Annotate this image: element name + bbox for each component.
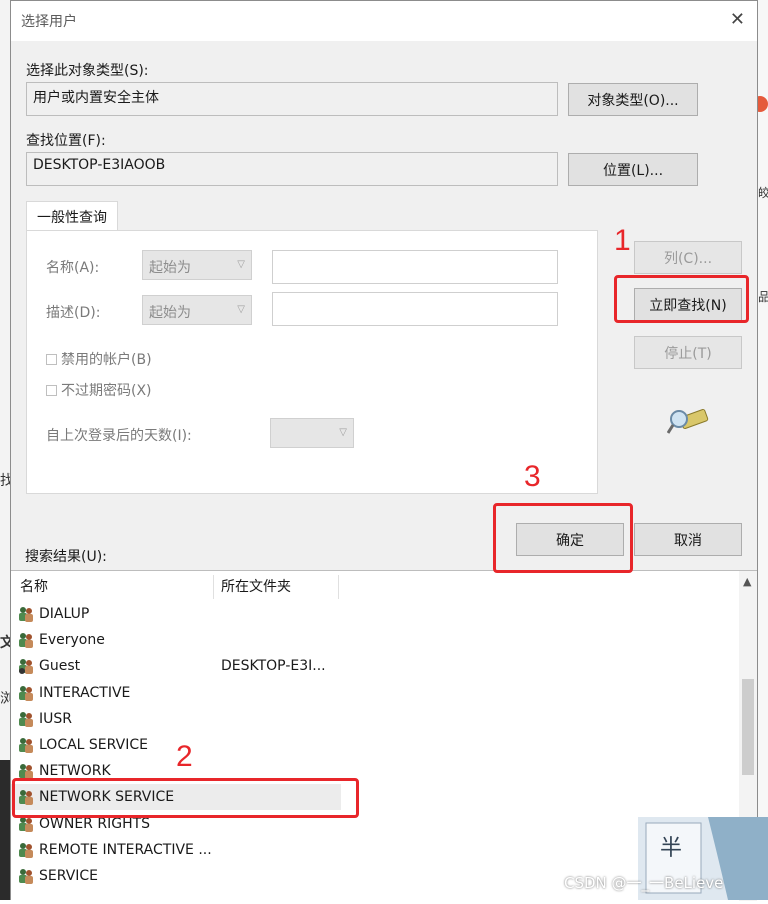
object-types-button[interactable]: 对象类型(O)...: [568, 83, 698, 116]
list-item-folder: DESKTOP-E3I...: [221, 658, 326, 675]
name-input[interactable]: [272, 250, 558, 284]
list-item-name: LOCAL SERVICE: [39, 737, 148, 753]
columns-button: 列(C)...: [634, 241, 742, 274]
location-field: DESKTOP-E3IAOOB: [26, 152, 558, 186]
disabled-accounts-label: 禁用的帐户(B): [61, 352, 152, 368]
list-item-name: NETWORK: [39, 763, 111, 780]
locations-button[interactable]: 位置(L)...: [568, 153, 698, 186]
list-item[interactable]: SERVICE: [11, 863, 341, 889]
checkbox-box: [46, 384, 57, 396]
chevron-down-icon: ▽: [237, 259, 245, 270]
list-item-name: INTERACTIVE: [39, 684, 131, 701]
non-expiring-password-label: 不过期密码(X): [61, 383, 152, 399]
background-text: 皎: [758, 186, 768, 200]
stop-button: 停止(T): [634, 336, 742, 369]
object-type-field: 用户或内置安全主体: [26, 82, 558, 116]
column-divider[interactable]: [213, 575, 214, 599]
disabled-accounts-checkbox[interactable]: 禁用的帐户(B): [46, 349, 152, 369]
annotation-number-3: 3: [524, 460, 541, 493]
user-group-icon: [17, 867, 35, 885]
search-results-label: 搜索结果(U):: [25, 549, 107, 565]
title-bar: 选择用户 ✕: [11, 1, 757, 41]
days-since-logon-select: ▽: [270, 418, 354, 448]
user-group-icon: [17, 684, 35, 702]
watermark-tile-text: 半: [660, 836, 682, 861]
list-item[interactable]: DIALUP: [11, 601, 341, 627]
name-label: 名称(A):: [46, 260, 100, 276]
description-label: 描述(D):: [46, 305, 101, 321]
dialog-title: 选择用户: [21, 14, 77, 30]
user-group-icon: [17, 631, 35, 649]
user-group-icon: [17, 710, 35, 728]
object-type-label: 选择此对象类型(S):: [26, 63, 149, 79]
description-operator-select: 起始为 ▽: [142, 295, 252, 325]
user-group-icon: [17, 736, 35, 754]
cancel-button[interactable]: 取消: [634, 523, 742, 556]
column-header-name[interactable]: 名称: [20, 571, 210, 601]
list-item-name: Everyone: [39, 632, 105, 649]
annotation-box-network-service: [12, 778, 359, 818]
days-since-logon-label: 自上次登录后的天数(I):: [46, 428, 192, 444]
location-label: 查找位置(F):: [26, 133, 106, 149]
list-item[interactable]: REMOTE INTERACTIVE ...: [11, 837, 341, 863]
background-text: 品: [758, 290, 768, 304]
list-item[interactable]: Everyone: [11, 627, 341, 653]
scrollbar-thumb[interactable]: [742, 679, 754, 775]
non-expiring-password-checkbox[interactable]: 不过期密码(X): [46, 380, 152, 400]
search-binoculars-icon: [666, 405, 709, 437]
description-operator-value: 起始为: [149, 305, 191, 321]
name-operator-value: 起始为: [149, 260, 191, 276]
column-divider[interactable]: [338, 575, 339, 599]
common-queries-panel: 名称(A): 起始为 ▽ 描述(D): 起始为 ▽ 禁用的帐户(B) 不过期密码…: [26, 230, 598, 494]
close-icon[interactable]: ✕: [730, 9, 745, 30]
name-operator-select: 起始为 ▽: [142, 250, 252, 280]
list-item-name: SERVICE: [39, 868, 99, 884]
chevron-down-icon: ▽: [339, 427, 347, 438]
user-group-icon: [17, 841, 35, 859]
annotation-number-2: 2: [176, 740, 193, 773]
column-header-folder[interactable]: 所在文件夹: [221, 571, 341, 601]
description-input[interactable]: [272, 292, 558, 326]
list-item-name: IUSR: [39, 710, 72, 727]
list-item[interactable]: Guest DESKTOP-E3I...: [11, 653, 341, 679]
list-item[interactable]: INTERACTIVE: [11, 680, 341, 706]
list-item-name: DIALUP: [39, 606, 90, 622]
list-item-name: Guest: [39, 658, 81, 675]
checkbox-box: [46, 353, 57, 365]
scroll-up-icon[interactable]: ▲: [743, 575, 751, 588]
user-group-icon: [17, 605, 35, 623]
annotation-box-find-now: [614, 275, 749, 323]
chevron-down-icon: ▽: [237, 304, 245, 315]
annotation-number-1: 1: [614, 224, 631, 257]
list-item-name: REMOTE INTERACTIVE ...: [39, 841, 212, 858]
annotation-box-ok: [493, 503, 633, 573]
watermark-text: CSDN @一_一BeLieve: [564, 874, 724, 892]
user-group-icon: [17, 657, 35, 675]
background-right-strip: [758, 0, 768, 820]
tab-common-queries[interactable]: 一般性查询: [26, 201, 118, 232]
list-item[interactable]: IUSR: [11, 706, 341, 732]
